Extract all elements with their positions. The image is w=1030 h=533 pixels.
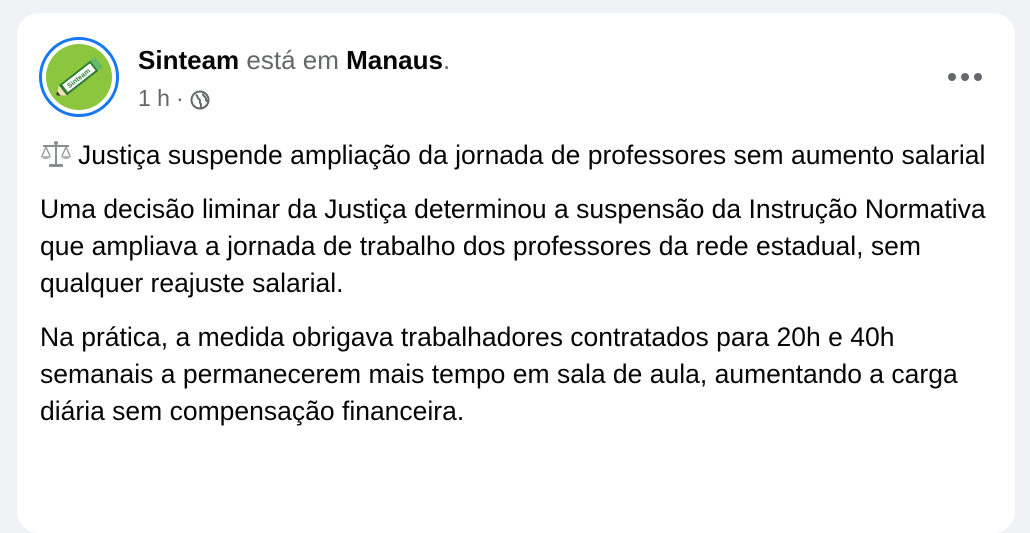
post-paragraph-1: Uma decisão liminar da Justiça determino… xyxy=(40,194,986,298)
post-paragraph-2: Na prática, a medida obrigava trabalhado… xyxy=(40,322,958,426)
more-horizontal-icon xyxy=(948,73,982,81)
author-avatar[interactable]: Sinteam xyxy=(39,37,119,117)
pencil-logo-icon: Sinteam xyxy=(46,44,112,110)
post-timestamp-link[interactable]: 1 h xyxy=(138,84,170,112)
post-headline: Justiça suspende ampliação da jornada de… xyxy=(78,140,986,170)
post-options-button[interactable] xyxy=(937,49,993,105)
post-body: Justiça suspende ampliação da jornada de… xyxy=(40,137,995,447)
post-header: Sinteam Sinteam está em Manaus. 1 h · xyxy=(39,37,993,117)
action-text: está em xyxy=(246,45,339,75)
author-line: Sinteam está em Manaus. xyxy=(138,44,450,76)
post-headline-paragraph: Justiça suspende ampliação da jornada de… xyxy=(40,137,995,174)
place-suffix: . xyxy=(442,45,451,75)
place-link[interactable]: Manaus xyxy=(346,45,443,75)
balance-scale-icon xyxy=(40,140,72,168)
meta-separator: · xyxy=(175,85,184,111)
post-card: Sinteam Sinteam está em Manaus. 1 h · Ju… xyxy=(17,13,1015,533)
globe-icon[interactable] xyxy=(190,88,210,110)
author-name-link[interactable]: Sinteam xyxy=(138,45,239,75)
post-meta: 1 h · xyxy=(138,84,210,112)
